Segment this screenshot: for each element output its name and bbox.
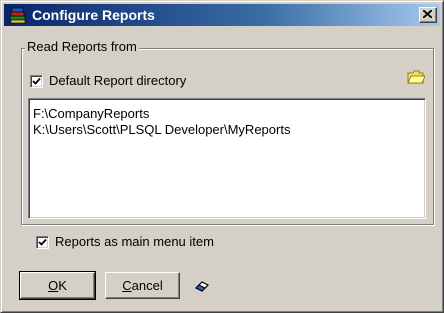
open-folder-icon[interactable] bbox=[407, 69, 426, 85]
cancel-button[interactable]: Cancel bbox=[105, 272, 180, 299]
checkmark-icon bbox=[32, 77, 41, 85]
cancel-label-rest: ancel bbox=[131, 278, 163, 293]
window-title: Configure Reports bbox=[32, 7, 155, 23]
default-directory-checkbox[interactable] bbox=[30, 75, 43, 88]
list-item[interactable]: K:\Users\Scott\PLSQL Developer\MyReports bbox=[33, 122, 422, 138]
cancel-accelerator: C bbox=[122, 278, 132, 293]
main-menu-label[interactable]: Reports as main menu item bbox=[55, 234, 214, 250]
books-icon bbox=[9, 6, 27, 24]
list-item[interactable]: F:\CompanyReports bbox=[33, 106, 422, 122]
directory-list[interactable]: F:\CompanyReports K:\Users\Scott\PLSQL D… bbox=[28, 98, 426, 219]
checkmark-icon bbox=[38, 238, 47, 246]
close-button[interactable] bbox=[419, 7, 437, 23]
default-directory-label[interactable]: Default Report directory bbox=[49, 73, 186, 89]
ok-label-rest: K bbox=[58, 278, 67, 293]
ok-button[interactable]: OK bbox=[19, 271, 96, 300]
group-label: Read Reports from bbox=[25, 39, 139, 55]
eraser-icon[interactable] bbox=[194, 279, 210, 293]
title-bar[interactable]: Configure Reports bbox=[4, 4, 440, 26]
ok-accelerator: O bbox=[48, 278, 59, 293]
main-menu-checkbox[interactable] bbox=[36, 236, 49, 249]
configure-reports-dialog: Configure Reports Read Reports from Defa… bbox=[0, 0, 444, 313]
close-icon bbox=[423, 10, 432, 18]
